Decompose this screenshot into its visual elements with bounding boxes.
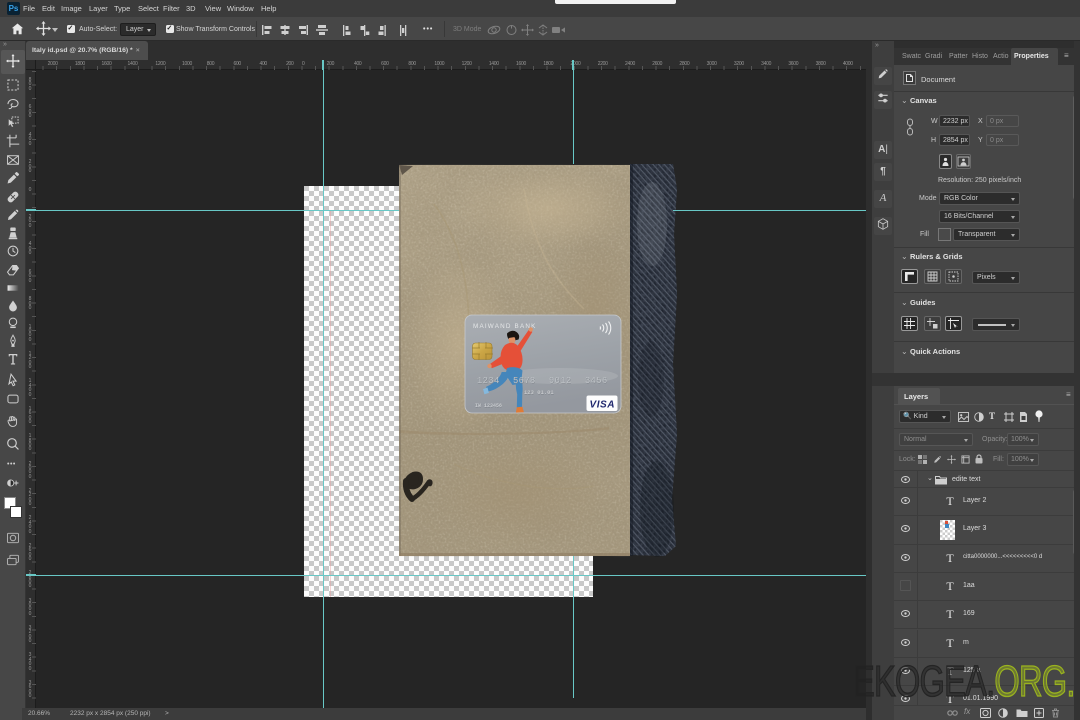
svg-text:5678: 5678 bbox=[513, 376, 536, 386]
svg-text:VISA: VISA bbox=[590, 400, 615, 411]
svg-text:123 01.01: 123 01.01 bbox=[524, 389, 554, 396]
svg-text:3456: 3456 bbox=[585, 376, 608, 386]
svg-text:IW 123456: IW 123456 bbox=[475, 403, 502, 409]
svg-text:1234: 1234 bbox=[477, 376, 500, 386]
svg-text:9012: 9012 bbox=[549, 376, 572, 386]
svg-text:MAIWAND BANK: MAIWAND BANK bbox=[473, 323, 537, 330]
